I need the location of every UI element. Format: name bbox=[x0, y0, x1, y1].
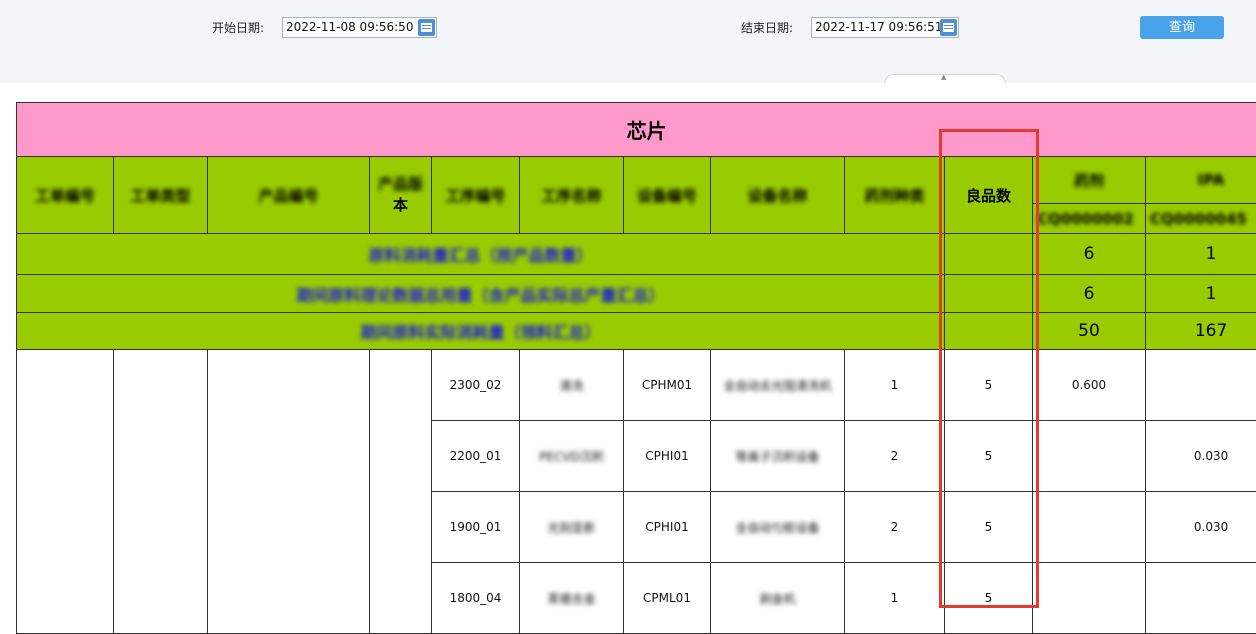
header-material-1-code: CQ0000002 bbox=[1032, 203, 1146, 234]
summary-label: 期间原料实际消耗量（领料汇总） bbox=[16, 312, 945, 350]
merged-cell bbox=[207, 349, 370, 634]
cell-step-name: 光刻显影 bbox=[519, 491, 624, 563]
cell-chemical-kind: 1 bbox=[844, 562, 945, 634]
summary-m1-value: 6 bbox=[1032, 233, 1146, 275]
cell-m1-usage bbox=[1032, 491, 1146, 563]
header-product-no: 产品编号 bbox=[207, 156, 370, 234]
cell-equipment-name: 全自动匀胶设备 bbox=[710, 491, 845, 563]
cell-chemical-kind: 2 bbox=[844, 491, 945, 563]
cell-m1-usage bbox=[1032, 562, 1146, 634]
calendar-icon[interactable] bbox=[940, 19, 957, 36]
collapse-toggle[interactable]: ▲ bbox=[884, 73, 1006, 84]
cell-m2-usage bbox=[1144, 562, 1256, 634]
report-title: 芯片 bbox=[15, 102, 1256, 157]
report-table: 芯片 工单编号 工单类型 产品编号 产品版本 工序编号 工序名称 设备编号 设备… bbox=[15, 102, 1256, 634]
end-date-input[interactable]: 2022-11-17 09:56:51 bbox=[811, 17, 959, 38]
end-date-value: 2022-11-17 09:56:51 bbox=[815, 20, 943, 34]
summary-row: 原料消耗量汇总（按产品数量） 6 1 bbox=[16, 233, 1256, 275]
summary-label: 期间原料理论数据总用量（含产品实际总产量汇总） bbox=[16, 274, 945, 313]
cell-step-name: 清洗 bbox=[519, 349, 624, 421]
cell-step-no: 1800_04 bbox=[431, 562, 520, 634]
summary-m2-value: 167 bbox=[1144, 312, 1256, 350]
header-material-2: IPA bbox=[1144, 156, 1256, 204]
cell-m2-usage: 0.030 bbox=[1144, 420, 1256, 492]
header-chemical-kind: 药剂种类 bbox=[844, 156, 945, 234]
summary-row: 期间原料实际消耗量（领料汇总） 50 167 bbox=[16, 312, 1256, 350]
cell-step-name: PECVD沉积 bbox=[519, 420, 624, 492]
summary-m1-value: 6 bbox=[1032, 274, 1146, 313]
chevron-up-icon: ▲ bbox=[941, 73, 947, 81]
header-equipment-name: 设备名称 bbox=[710, 156, 845, 234]
summary-row: 期间原料理论数据总用量（含产品实际总产量汇总） 6 1 bbox=[16, 274, 1256, 313]
end-date-label: 结束日期: bbox=[741, 21, 794, 35]
start-date-input[interactable]: 2022-11-08 09:56:50 bbox=[282, 17, 437, 38]
summary-m2-value: 1 bbox=[1144, 233, 1256, 275]
cell-step-no: 2300_02 bbox=[431, 349, 520, 421]
header-material-1: 药剂 bbox=[1032, 156, 1146, 204]
cell-equipment-no: CPHM01 bbox=[623, 349, 711, 421]
header-order-type: 工单类型 bbox=[113, 156, 208, 234]
query-button[interactable]: 查询 bbox=[1140, 16, 1224, 39]
cell-equipment-no: CPHI01 bbox=[623, 420, 711, 492]
header-work-order: 工单编号 bbox=[16, 156, 114, 234]
cell-m1-usage bbox=[1032, 420, 1146, 492]
header-step-name: 工序名称 bbox=[519, 156, 624, 234]
header-material-2-code: CQ0000045 bbox=[1144, 203, 1256, 234]
cell-equipment-no: CPML01 bbox=[623, 562, 711, 634]
cell-equipment-no: CPHI01 bbox=[623, 491, 711, 563]
cell-equipment-name: 等离子沉积设备 bbox=[710, 420, 845, 492]
start-date-label: 开始日期: bbox=[212, 21, 265, 35]
highlight-box bbox=[939, 129, 1039, 608]
cell-equipment-name: 全自动去光阻清洗机 bbox=[710, 349, 845, 421]
cell-equipment-name: 剥金机 bbox=[710, 562, 845, 634]
header-product-version: 产品版本 bbox=[369, 156, 432, 234]
merged-cell bbox=[113, 349, 208, 634]
cell-m2-usage bbox=[1144, 349, 1256, 421]
header-equipment-no: 设备编号 bbox=[623, 156, 711, 234]
summary-label: 原料消耗量汇总（按产品数量） bbox=[16, 233, 945, 275]
merged-cell bbox=[369, 349, 432, 634]
calendar-icon[interactable] bbox=[418, 19, 435, 36]
header-step-no: 工序编号 bbox=[431, 156, 520, 234]
summary-m1-value: 50 bbox=[1032, 312, 1146, 350]
cell-step-name: 蒸镀合金 bbox=[519, 562, 624, 634]
cell-step-no: 2200_01 bbox=[431, 420, 520, 492]
table-row: 2300_02 清洗 CPHM01 全自动去光阻清洗机 1 5 0.600 bbox=[16, 349, 1256, 634]
cell-step-no: 1900_01 bbox=[431, 491, 520, 563]
start-date-value: 2022-11-08 09:56:50 bbox=[286, 20, 414, 34]
cell-m2-usage: 0.030 bbox=[1144, 491, 1256, 563]
summary-m2-value: 1 bbox=[1144, 274, 1256, 313]
merged-cell bbox=[16, 349, 114, 634]
cell-chemical-kind: 1 bbox=[844, 349, 945, 421]
filter-toolbar: 开始日期: 2022-11-08 09:56:50 结束日期: 2022-11-… bbox=[0, 0, 1256, 84]
cell-m1-usage: 0.600 bbox=[1032, 349, 1146, 421]
cell-chemical-kind: 2 bbox=[844, 420, 945, 492]
